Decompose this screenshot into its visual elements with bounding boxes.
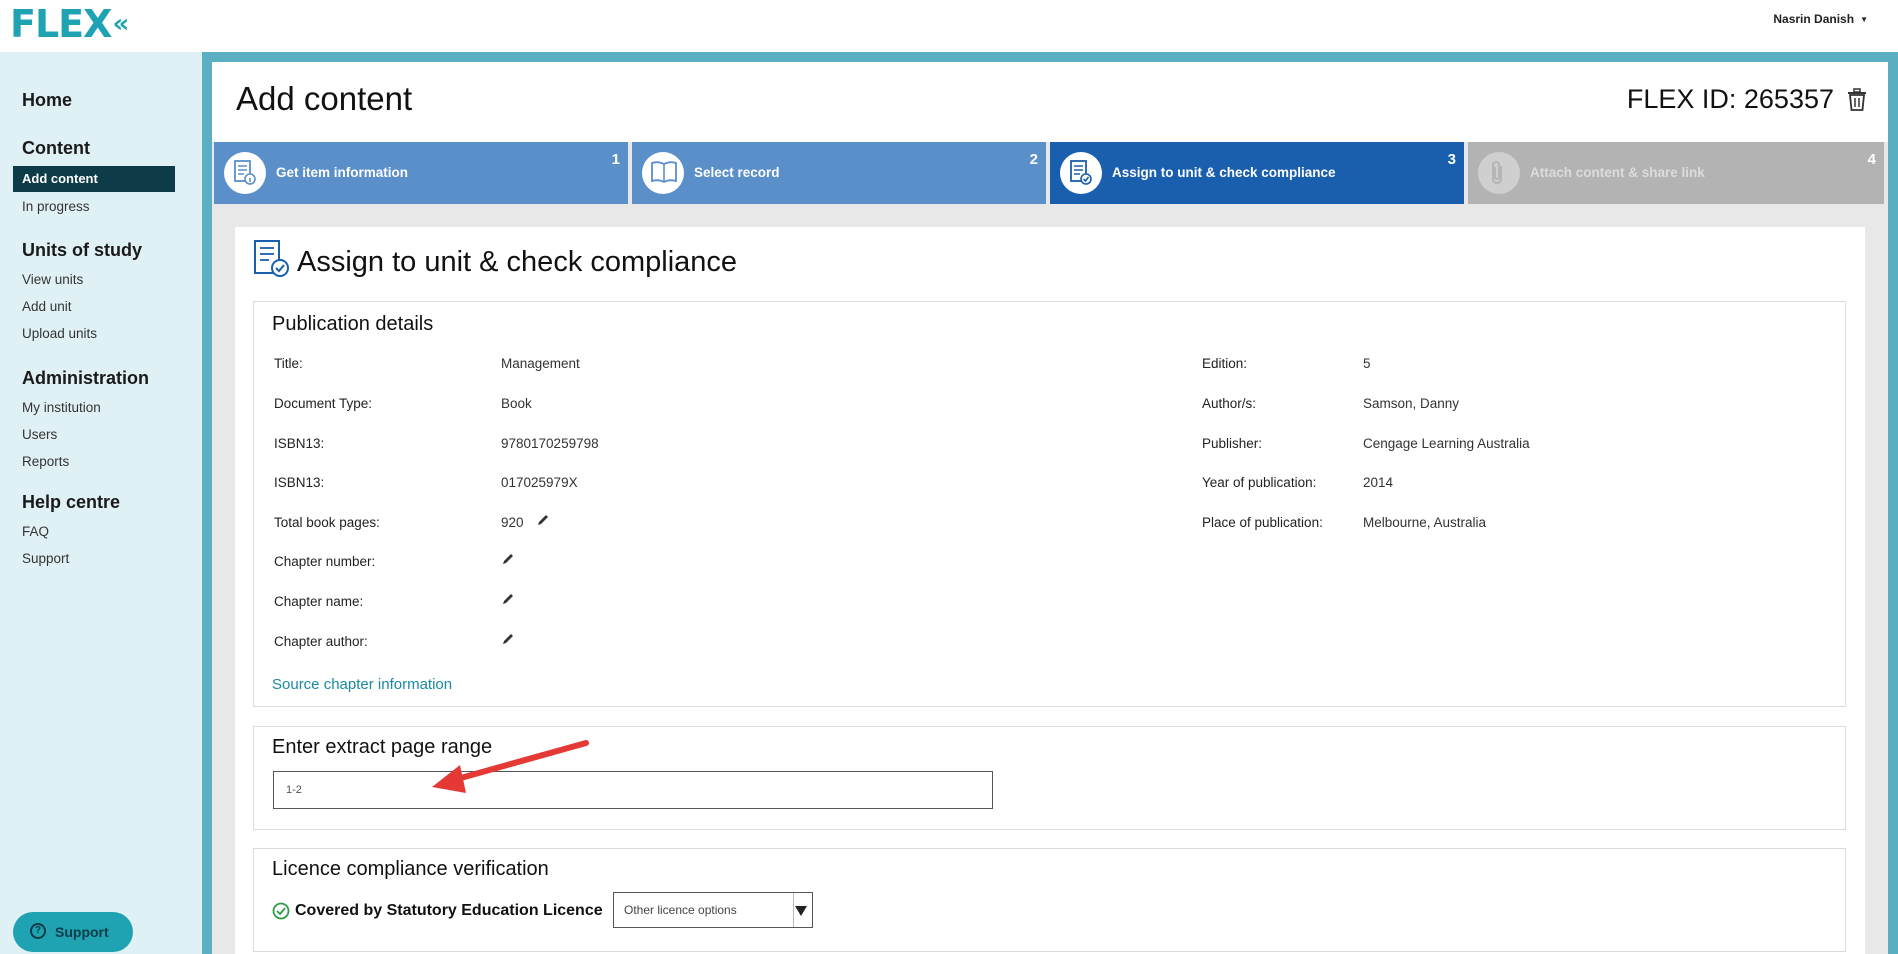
section-title: Assign to unit & check compliance <box>297 246 738 278</box>
publication-details-heading: Publication details <box>272 313 434 335</box>
field-label: Chapter author: <box>274 634 368 649</box>
sidebar-item-upload-units[interactable]: Upload units <box>22 326 97 341</box>
user-name: Nasrin Danish <box>1773 12 1855 26</box>
top-bar: FLEX« Nasrin Danish ▼ <box>0 0 1898 52</box>
publisher-value: Cengage Learning Australia <box>1363 436 1530 451</box>
title-value: Management <box>501 356 580 371</box>
pencil-icon[interactable] <box>501 592 515 606</box>
step-number: 1 <box>611 151 620 168</box>
flex-id: FLEX ID: 265357 <box>1626 84 1834 114</box>
pencil-icon[interactable] <box>501 632 515 646</box>
logo-chevrons-icon: « <box>112 9 129 39</box>
flex-logo[interactable]: FLEX« <box>10 2 129 46</box>
sidebar: Home Content Add content In progress Uni… <box>0 52 202 954</box>
field-label: Chapter name: <box>274 594 364 609</box>
caret-down-icon: ▼ <box>1860 15 1868 25</box>
step-number: 3 <box>1447 151 1456 168</box>
sidebar-item-support[interactable]: Support <box>22 551 69 566</box>
licence-compliance-heading: Licence compliance verification <box>272 858 549 880</box>
sidebar-item-add-unit[interactable]: Add unit <box>22 299 72 314</box>
sidebar-item-in-progress[interactable]: In progress <box>22 199 90 214</box>
document-check-icon <box>1060 152 1102 194</box>
paperclip-icon <box>1478 152 1520 194</box>
sidebar-item-users[interactable]: Users <box>22 427 57 442</box>
annotation-arrow-icon <box>432 740 589 793</box>
step-label: Attach content & share link <box>1530 165 1705 180</box>
field-label: Edition: <box>1202 356 1248 371</box>
sidebar-heading-units: Units of study <box>22 240 142 260</box>
page-range-input[interactable] <box>273 771 993 809</box>
place-value: Melbourne, Australia <box>1363 515 1487 530</box>
document-info-icon <box>224 152 266 194</box>
isbn10-value: 017025979X <box>501 475 578 490</box>
isbn13-value: 9780170259798 <box>501 436 599 451</box>
document-check-icon <box>254 240 289 277</box>
select-value: Other licence options <box>624 903 737 917</box>
support-button[interactable]: ? Support <box>13 912 133 952</box>
question-icon: ? <box>30 923 46 939</box>
page-title: Add content <box>236 80 413 117</box>
sidebar-heading-administration: Administration <box>22 368 150 388</box>
open-book-icon <box>642 152 684 194</box>
sidebar-item-reports[interactable]: Reports <box>22 454 69 469</box>
sidebar-item-add-content[interactable]: Add content <box>13 166 175 192</box>
document-type-value: Book <box>501 396 532 411</box>
sidebar-item-view-units[interactable]: View units <box>22 272 83 287</box>
pencil-icon[interactable] <box>536 513 550 527</box>
field-label: Title: <box>274 356 303 371</box>
select-divider <box>793 893 794 927</box>
trash-icon[interactable] <box>1846 88 1868 112</box>
year-value: 2014 <box>1363 475 1394 490</box>
dropdown-arrow-icon <box>795 906 807 916</box>
step-select-record[interactable]: Select record 2 <box>632 142 1046 204</box>
edition-value: 5 <box>1363 356 1371 371</box>
field-label: Document Type: <box>274 396 373 411</box>
field-label: ISBN13: <box>274 475 325 490</box>
pencil-icon[interactable] <box>501 552 515 566</box>
step-assign-unit-compliance[interactable]: Assign to unit & check compliance 3 <box>1050 142 1464 204</box>
field-label: Year of publication: <box>1202 475 1317 490</box>
sidebar-heading-help-centre: Help centre <box>22 492 121 512</box>
field-label: Total book pages: <box>274 515 380 530</box>
publication-details-box <box>253 301 1846 707</box>
step-number: 2 <box>1029 151 1038 168</box>
step-label: Get item information <box>276 165 409 180</box>
source-chapter-link[interactable]: Source chapter information <box>272 676 452 693</box>
sidebar-item-faq[interactable]: FAQ <box>22 524 49 539</box>
check-circle-icon <box>272 902 290 920</box>
step-number: 4 <box>1867 151 1876 168</box>
total-pages-value: 920 <box>501 515 524 530</box>
step-attach-content: Attach content & share link 4 <box>1468 142 1884 204</box>
field-label: Chapter number: <box>274 554 376 569</box>
step-get-item-information[interactable]: Get item information 1 <box>214 142 628 204</box>
sidebar-heading-home[interactable]: Home <box>22 90 72 111</box>
field-label: Place of publication: <box>1202 515 1323 530</box>
authors-value: Samson, Danny <box>1363 396 1460 411</box>
support-button-label: Support <box>55 924 109 940</box>
sidebar-heading-content: Content <box>22 138 90 158</box>
licence-options-select[interactable]: Other licence options <box>613 892 813 928</box>
step-label: Assign to unit & check compliance <box>1112 165 1336 180</box>
field-label: Author/s: <box>1202 396 1257 411</box>
user-menu[interactable]: Nasrin Danish ▼ <box>1773 12 1868 26</box>
licence-status: Covered by Statutory Education Licence <box>295 902 603 919</box>
step-label: Select record <box>694 165 780 180</box>
field-label: ISBN13: <box>274 436 325 451</box>
field-label: Publisher: <box>1202 436 1263 451</box>
sidebar-item-my-institution[interactable]: My institution <box>22 400 101 415</box>
